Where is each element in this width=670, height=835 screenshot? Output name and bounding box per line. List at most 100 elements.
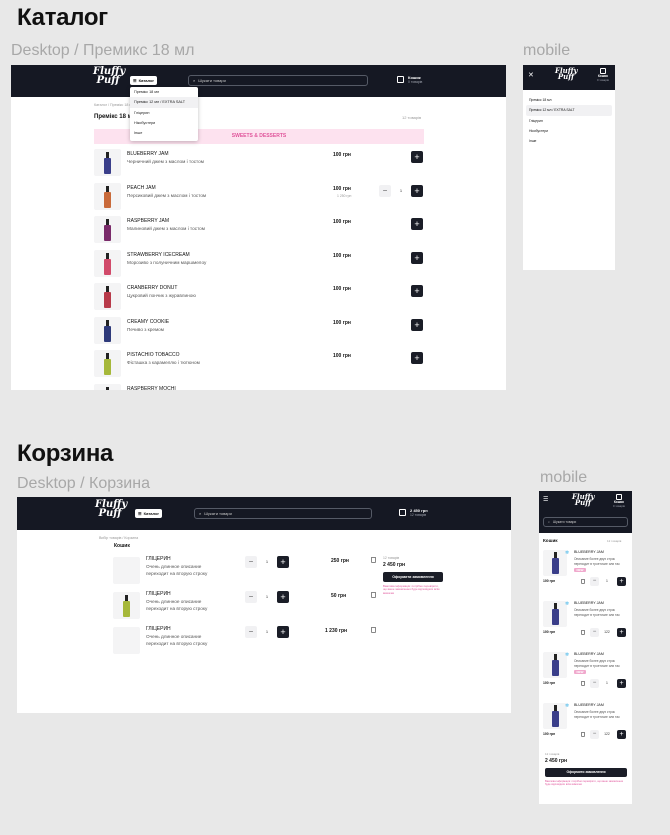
increase-button[interactable]: +: [617, 679, 626, 688]
trash-icon[interactable]: [581, 681, 585, 686]
breadcrumb[interactable]: Каталог / Премікс 18 мл: [94, 103, 134, 107]
decrease-button[interactable]: −: [590, 628, 599, 637]
trash-icon[interactable]: [371, 557, 376, 563]
product-thumbnail[interactable]: [94, 249, 121, 277]
add-to-cart-button[interactable]: +: [411, 251, 423, 264]
product-name[interactable]: BLUEBERRY JAM: [574, 550, 604, 554]
trash-icon[interactable]: [581, 630, 585, 635]
mobile-cart-row: ❄ BLUEBERRY JAM Описание более двух строк п…: [539, 548, 632, 596]
decrease-button[interactable]: −: [245, 626, 257, 638]
mobile-menu-item[interactable]: Премікс 18 мл: [526, 95, 612, 105]
decrease-button[interactable]: −: [245, 556, 257, 568]
mobile-cart-count: 0 товарів: [597, 78, 609, 82]
bottle-cap: [106, 319, 109, 326]
product-thumbnail[interactable]: [94, 149, 121, 176]
product-name[interactable]: ГЛІЦЕРИН: [146, 556, 171, 562]
product-price: 100 грн: [333, 319, 351, 326]
menu-icon[interactable]: ☰: [543, 496, 548, 503]
add-to-cart-button[interactable]: +: [411, 218, 423, 230]
increase-button[interactable]: +: [277, 591, 289, 603]
product-name[interactable]: RASPBERRY MOCHI: [127, 386, 176, 391]
product-name[interactable]: BLUEBERRY JAM: [127, 151, 169, 157]
product-thumbnail[interactable]: [94, 216, 121, 243]
trash-icon[interactable]: [581, 732, 585, 737]
dropdown-item[interactable]: Інше: [130, 128, 198, 138]
dropdown-item[interactable]: Гліцерин: [130, 108, 198, 118]
breadcrumb[interactable]: Вибір товарів / Корзина: [99, 536, 138, 540]
mobile-search-input[interactable]: ⌕ Шукати товари: [543, 517, 628, 527]
increase-button[interactable]: +: [277, 556, 289, 568]
product-thumbnail[interactable]: [94, 182, 121, 210]
increase-button[interactable]: +: [617, 577, 626, 586]
product-price: 100 грн: [333, 286, 351, 292]
dropdown-item[interactable]: Нікобустери: [130, 118, 198, 128]
add-to-cart-button[interactable]: +: [411, 352, 423, 364]
product-name[interactable]: ГЛІЦЕРИН: [146, 626, 171, 632]
decrease-button[interactable]: −: [590, 679, 599, 688]
product-name[interactable]: STRAWBERRY ICECREAM: [127, 252, 190, 258]
product-name[interactable]: BLUEBERRY JAM: [574, 703, 604, 707]
dropdown-item[interactable]: Премікс 18 мл: [130, 87, 198, 97]
product-name[interactable]: PEACH JAM: [127, 185, 156, 191]
decrease-button[interactable]: −: [379, 184, 391, 197]
product-name[interactable]: CREAMY COOKIE: [127, 319, 169, 325]
checkout-button[interactable]: Оформити замовлення: [383, 572, 443, 582]
product-thumbnail[interactable]: [94, 283, 121, 310]
mobile-menu-item[interactable]: Нікобустери: [526, 126, 612, 136]
bottle-body: [552, 711, 559, 727]
trash-icon[interactable]: [371, 627, 376, 633]
mobile-logo[interactable]: Fluffy Puff: [555, 67, 578, 80]
mobile-menu-item[interactable]: Гліцерин: [526, 116, 612, 126]
cart-bag-icon: [399, 509, 406, 516]
product-name[interactable]: ГЛІЦЕРИН: [146, 591, 171, 597]
mobile-cart[interactable]: Кошик 0 товарів: [597, 68, 609, 82]
bottle-body: [123, 601, 130, 617]
mobile-logo[interactable]: Fluffy Puff: [572, 493, 595, 506]
catalog-button[interactable]: ☰ Каталог: [135, 509, 163, 518]
add-to-cart-button[interactable]: +: [411, 285, 423, 297]
mobile-menu-item[interactable]: Інше: [526, 136, 612, 146]
checkout-button[interactable]: Оформити замовлення: [545, 768, 627, 777]
mobile-menu-item[interactable]: Премікс 12 мл / EXTRA SALT: [526, 105, 612, 116]
mobile-cart[interactable]: Кошик 0 товарів: [613, 494, 625, 508]
add-to-cart-button[interactable]: +: [411, 184, 423, 197]
add-to-cart-button[interactable]: +: [411, 151, 423, 163]
product-name[interactable]: BLUEBERRY JAM: [574, 652, 604, 656]
product-row: RASPBERRY MOCHI: [11, 383, 506, 391]
product-description: Морозиво з полуничним маршмелоу: [127, 259, 207, 265]
product-name[interactable]: BLUEBERRY JAM: [574, 601, 604, 605]
line-price: 250 грн: [331, 558, 349, 564]
snowflake-icon: ❄: [565, 601, 570, 607]
increase-button[interactable]: +: [617, 730, 626, 739]
close-icon[interactable]: ✕: [528, 71, 534, 79]
decrease-button[interactable]: −: [590, 577, 599, 586]
trash-icon[interactable]: [371, 592, 376, 598]
product-row: PISTACHIO TOBACCO Фісташка з карамеллю і …: [11, 350, 506, 380]
search-input[interactable]: ⌕ Шукати товари: [194, 508, 372, 519]
product-name[interactable]: RASPBERRY JAM: [127, 218, 169, 224]
site-logo[interactable]: Fluffy Puff: [95, 500, 127, 519]
header-cart[interactable]: 2 450 грн 12 товарів: [399, 508, 428, 517]
increase-button[interactable]: +: [277, 626, 289, 638]
search-input[interactable]: ⌕ Шукати товари: [188, 75, 368, 86]
checkout-notice: Важлива інформація: потрібно перевірити,…: [545, 780, 623, 787]
header-cart[interactable]: Кошик 0 товарів: [397, 75, 422, 84]
site-logo[interactable]: Fluffy Puff: [93, 67, 125, 86]
dropdown-item[interactable]: Премікс 12 мл / EXTRA SALT: [130, 97, 198, 108]
product-thumbnail[interactable]: [94, 350, 121, 377]
product-row: CREAMY COOKIE Печиво з кремом 100 грн +: [11, 316, 506, 347]
product-name[interactable]: PISTACHIO TOBACCO: [127, 352, 180, 358]
add-to-cart-button[interactable]: +: [411, 318, 423, 331]
trash-icon[interactable]: [581, 579, 585, 584]
quantity-value: 1: [265, 559, 269, 564]
increase-button[interactable]: +: [617, 628, 626, 637]
decrease-button[interactable]: −: [590, 730, 599, 739]
snowflake-icon: ❄: [565, 703, 570, 709]
catalog-button[interactable]: ☰ Каталог: [130, 76, 158, 85]
product-thumbnail[interactable]: [94, 383, 121, 390]
product-name[interactable]: CRANBERRY DONUT: [127, 285, 177, 291]
decrease-button[interactable]: −: [245, 591, 257, 603]
bottle-image: [104, 152, 111, 174]
bottle-image: [104, 185, 111, 208]
product-thumbnail[interactable]: [94, 316, 121, 344]
